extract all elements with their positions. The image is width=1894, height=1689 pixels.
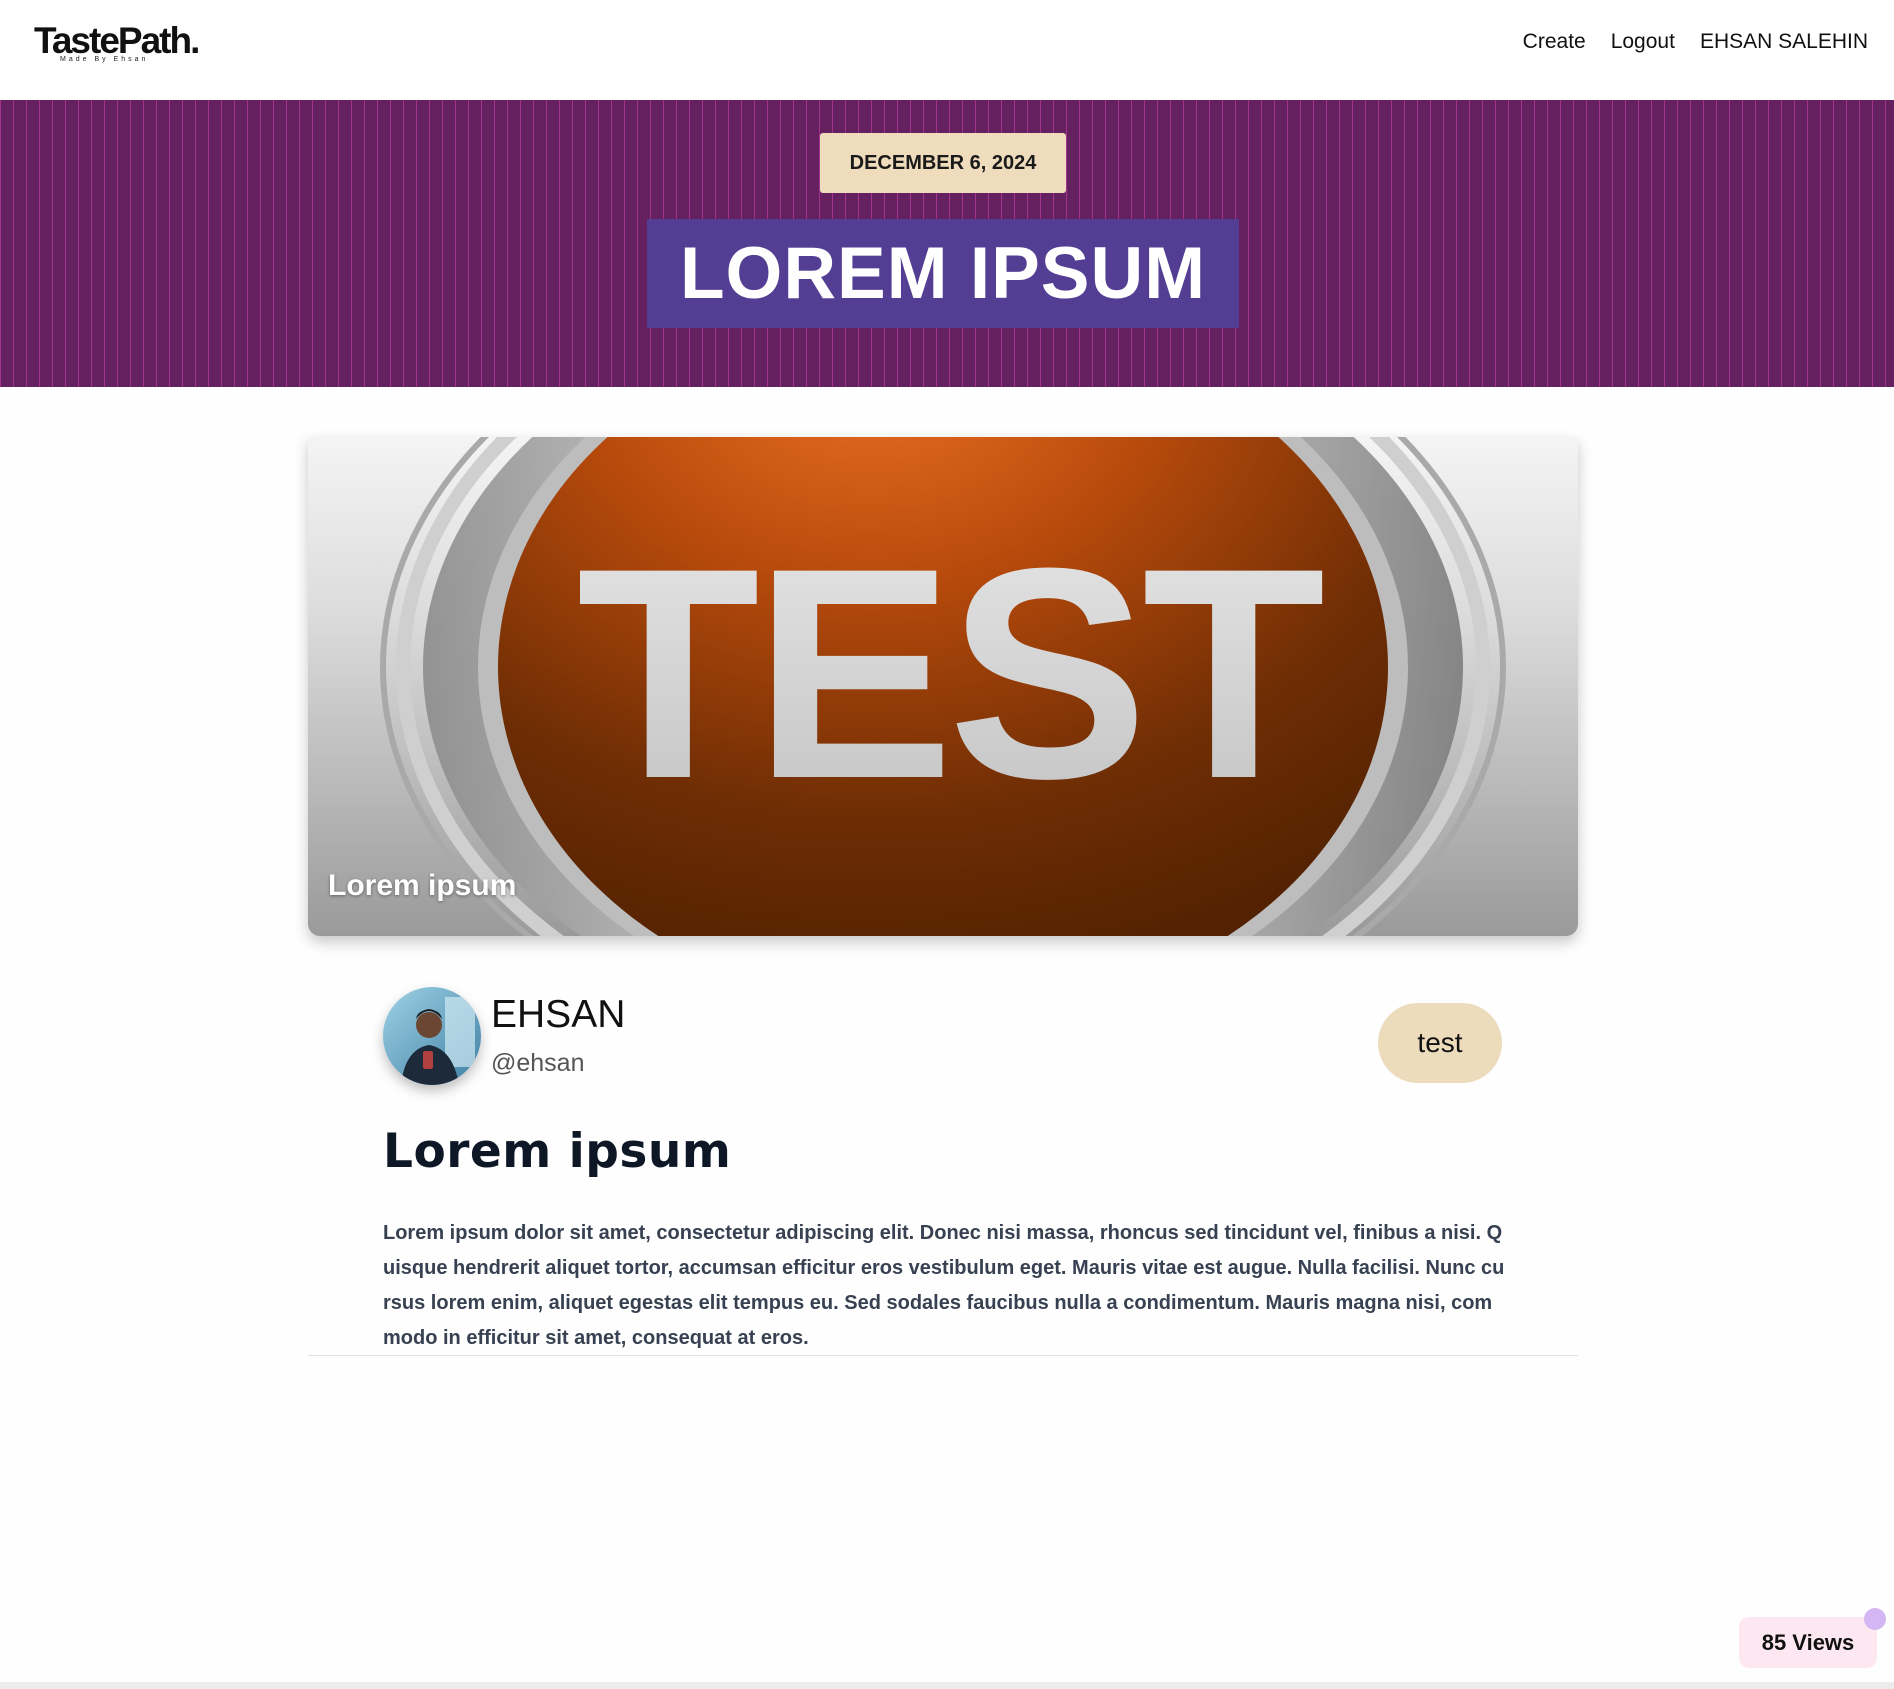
cover-image-graphic: TEST [308, 437, 1578, 936]
cover-caption: Lorem ipsum [328, 869, 517, 902]
cover-image: TEST Lorem ipsum [308, 437, 1578, 936]
hero-title: LOREM IPSUM [679, 233, 1207, 314]
page-bottom-edge [0, 1682, 1894, 1689]
cover-image-text: TEST [577, 505, 1325, 841]
author-name: EHSAN [491, 993, 626, 1036]
post-body: Lorem ipsum dolor sit amet, consectetur … [383, 1222, 1505, 1349]
logo-text: TastePath. [34, 20, 200, 61]
author-handle: @ehsan [491, 1049, 585, 1077]
author-avatar[interactable] [383, 987, 481, 1085]
avatar-image [383, 987, 481, 1085]
logo[interactable]: TastePath. Made By Ehsan [34, 20, 200, 63]
post-title: Lorem ipsum [383, 1124, 732, 1179]
nav-logout-link[interactable]: Logout [1611, 30, 1675, 54]
views-indicator-dot [1864, 1608, 1886, 1630]
nav-user-link[interactable]: EHSAN SALEHIN [1700, 30, 1868, 54]
logo-subtext: Made By Ehsan [60, 56, 149, 63]
hero-title-box: LOREM IPSUM [647, 219, 1239, 328]
hero-banner: DECEMBER 6, 2024 LOREM IPSUM [0, 100, 1894, 387]
nav-create-link[interactable]: Create [1523, 30, 1586, 54]
post-date-badge: DECEMBER 6, 2024 [820, 133, 1066, 193]
top-navbar: TastePath. Made By Ehsan Create Logout E… [0, 0, 1894, 100]
divider [308, 1355, 1578, 1356]
nav-links: Create Logout EHSAN SALEHIN [1523, 30, 1868, 54]
views-counter: 85 Views [1739, 1617, 1877, 1668]
tag-pill[interactable]: test [1378, 1003, 1502, 1083]
